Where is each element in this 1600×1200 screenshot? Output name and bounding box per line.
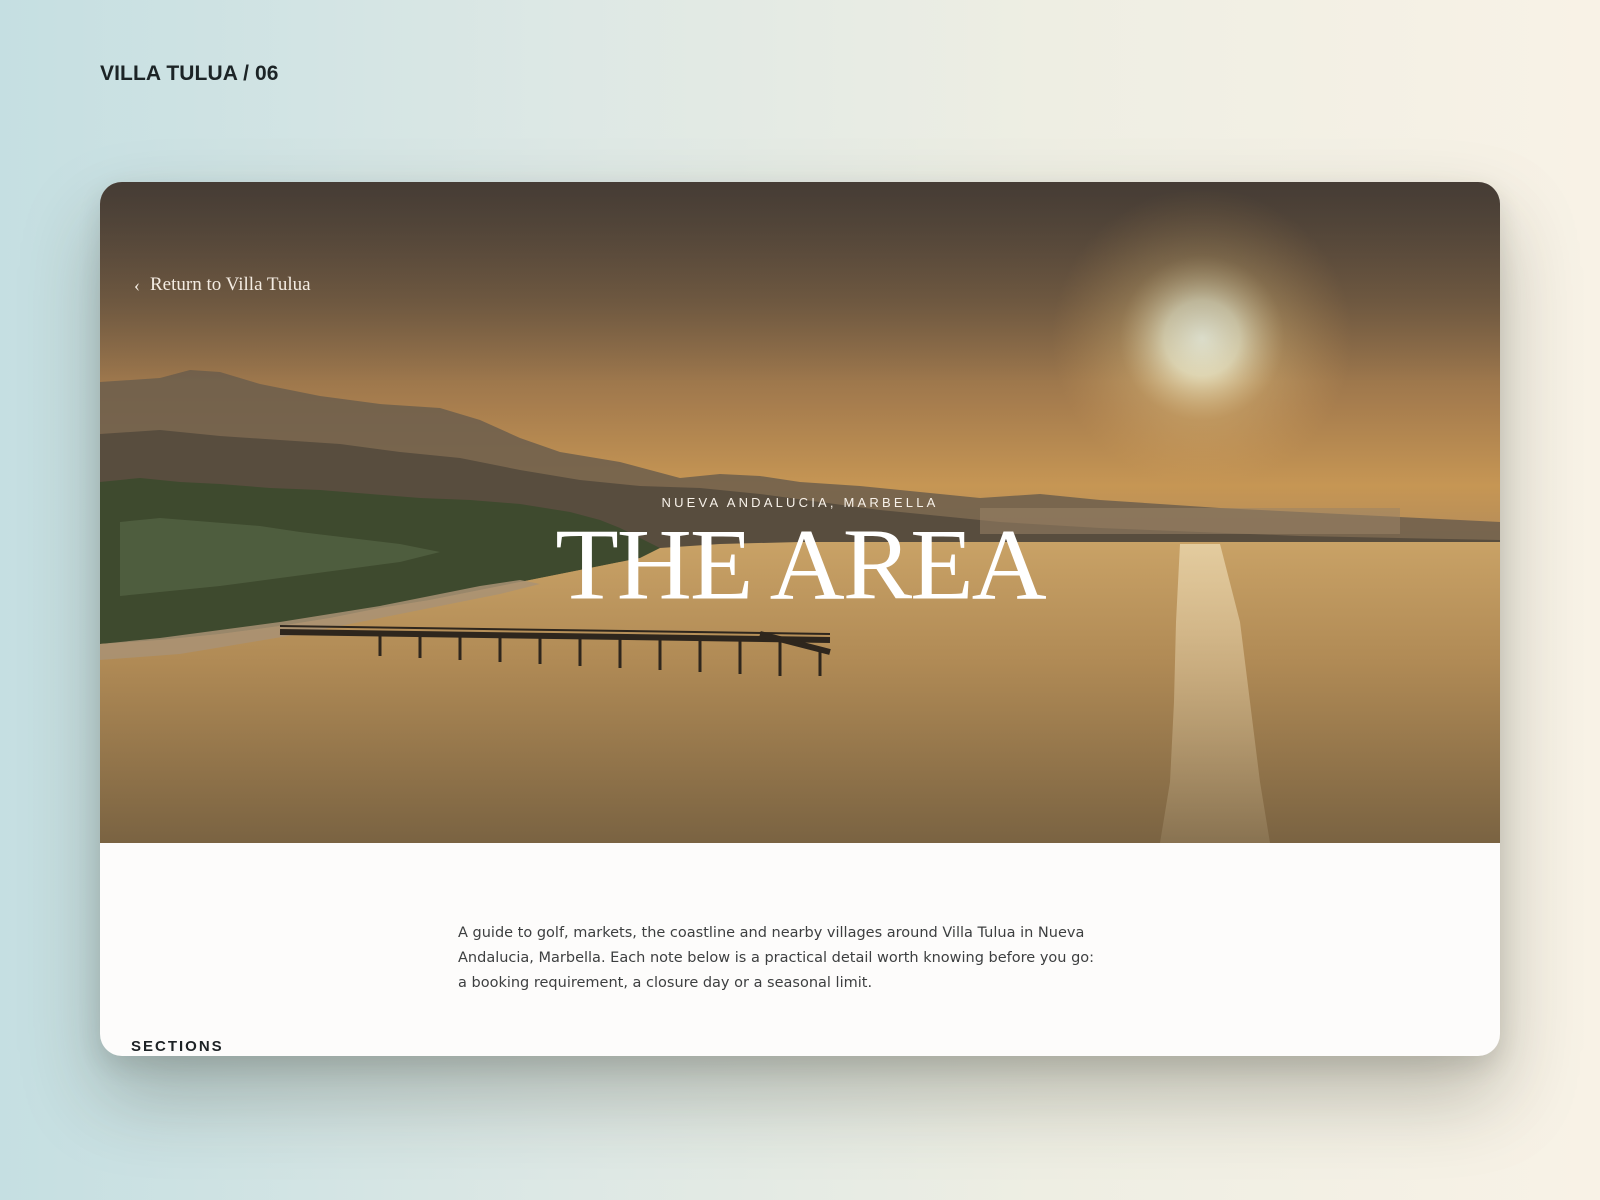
sections-heading: SECTIONS xyxy=(131,1038,224,1055)
intro-paragraph: A guide to golf, markets, the coastline … xyxy=(458,924,1095,991)
hero-section: ‹ Return to Villa Tulua NUEVA ANDALUCIA,… xyxy=(100,182,1500,843)
browser-frame: ‹ Return to Villa Tulua NUEVA ANDALUCIA,… xyxy=(100,182,1500,1056)
slide-label: VILLA TULUA / 06 xyxy=(100,62,279,85)
hero-title: THE AREA xyxy=(555,508,1047,621)
return-link-label: Return to Villa Tulua xyxy=(150,274,311,295)
chevron-left-icon: ‹ xyxy=(134,275,140,295)
return-link[interactable]: ‹ Return to Villa Tulua xyxy=(134,274,311,296)
